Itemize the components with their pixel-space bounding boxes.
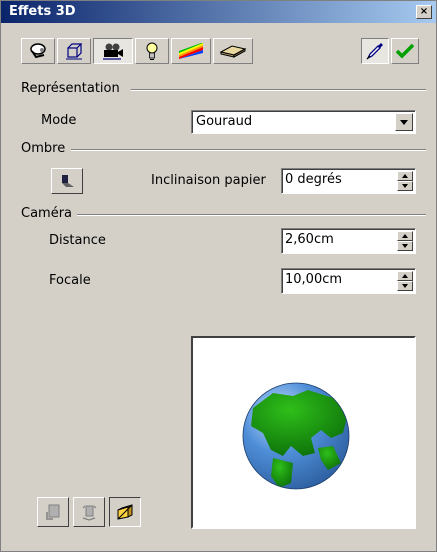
textures-rainbow-icon — [179, 43, 203, 59]
spin-up-icon — [402, 274, 408, 278]
geometry-button[interactable] — [21, 38, 55, 64]
focal-label: Focale — [49, 273, 91, 288]
shading-button[interactable] — [57, 38, 91, 64]
representation-separator — [131, 89, 426, 91]
geometry-icon — [30, 43, 46, 59]
shadow-separator — [71, 149, 426, 151]
spin-up-icon — [402, 234, 408, 238]
representation-section-label: Représentation — [21, 81, 120, 96]
3d-preview[interactable] — [191, 336, 416, 529]
focal-up-button[interactable] — [397, 271, 413, 281]
action-toolbar — [361, 38, 421, 66]
spin-up-icon — [402, 174, 408, 178]
convert-to-lathe-button[interactable] — [73, 497, 105, 527]
pipette-icon — [366, 43, 383, 60]
material-icon — [219, 45, 247, 58]
convert-to-3d-button[interactable] — [37, 497, 69, 527]
perspective-toggle-button[interactable] — [109, 497, 141, 527]
dialog-window: Effets 3D × Représentation Mode Gouraud … — [0, 0, 437, 552]
textures-button[interactable] — [171, 38, 211, 64]
chevron-down-icon — [400, 119, 408, 125]
paper-tilt-down-button[interactable] — [397, 181, 413, 191]
checkmark-icon — [396, 43, 414, 59]
lightbulb-icon — [146, 42, 158, 60]
shadow-3d-icon — [62, 175, 74, 187]
spin-down-icon — [402, 184, 408, 188]
perspective-icon — [117, 504, 133, 520]
title-bar[interactable]: Effets 3D × — [1, 1, 436, 23]
camera-button[interactable] — [93, 38, 133, 64]
shading-cube-icon — [66, 43, 83, 60]
mode-select[interactable]: Gouraud — [191, 110, 416, 134]
spin-down-icon — [402, 284, 408, 288]
distance-spinner[interactable]: 2,60cm — [281, 228, 416, 254]
shadow-section-label: Ombre — [21, 141, 66, 156]
mode-select-value: Gouraud — [196, 114, 253, 129]
category-toolbar — [21, 38, 321, 66]
apply-button[interactable] — [391, 38, 419, 64]
globe-preview-image — [242, 382, 350, 490]
focal-down-button[interactable] — [397, 281, 413, 291]
lighting-button[interactable] — [135, 38, 169, 64]
camera-separator — [77, 214, 426, 216]
mode-label: Mode — [41, 113, 77, 128]
assign-button[interactable] — [361, 38, 389, 64]
focal-value: 10,00cm — [285, 272, 343, 287]
convert-3d-icon — [46, 504, 60, 520]
material-button[interactable] — [213, 38, 253, 64]
paper-tilt-spinner[interactable]: 0 degrés — [281, 168, 416, 194]
shadow-toggle-button[interactable] — [51, 168, 83, 194]
distance-label: Distance — [49, 233, 106, 248]
distance-value: 2,60cm — [285, 232, 334, 247]
distance-up-button[interactable] — [397, 231, 413, 241]
close-button[interactable]: × — [416, 5, 432, 19]
paper-tilt-value: 0 degrés — [285, 172, 342, 187]
paper-tilt-up-button[interactable] — [397, 171, 413, 181]
paper-tilt-label: Inclinaison papier — [151, 173, 266, 188]
close-icon: × — [419, 6, 429, 17]
focal-spinner[interactable]: 10,00cm — [281, 268, 416, 294]
camera-icon — [103, 43, 123, 60]
mode-dropdown-button[interactable] — [395, 113, 413, 131]
distance-down-button[interactable] — [397, 241, 413, 251]
window-title: Effets 3D — [9, 4, 76, 19]
camera-section-label: Caméra — [21, 206, 73, 221]
lathe-object-icon — [82, 505, 97, 521]
spin-down-icon — [402, 244, 408, 248]
